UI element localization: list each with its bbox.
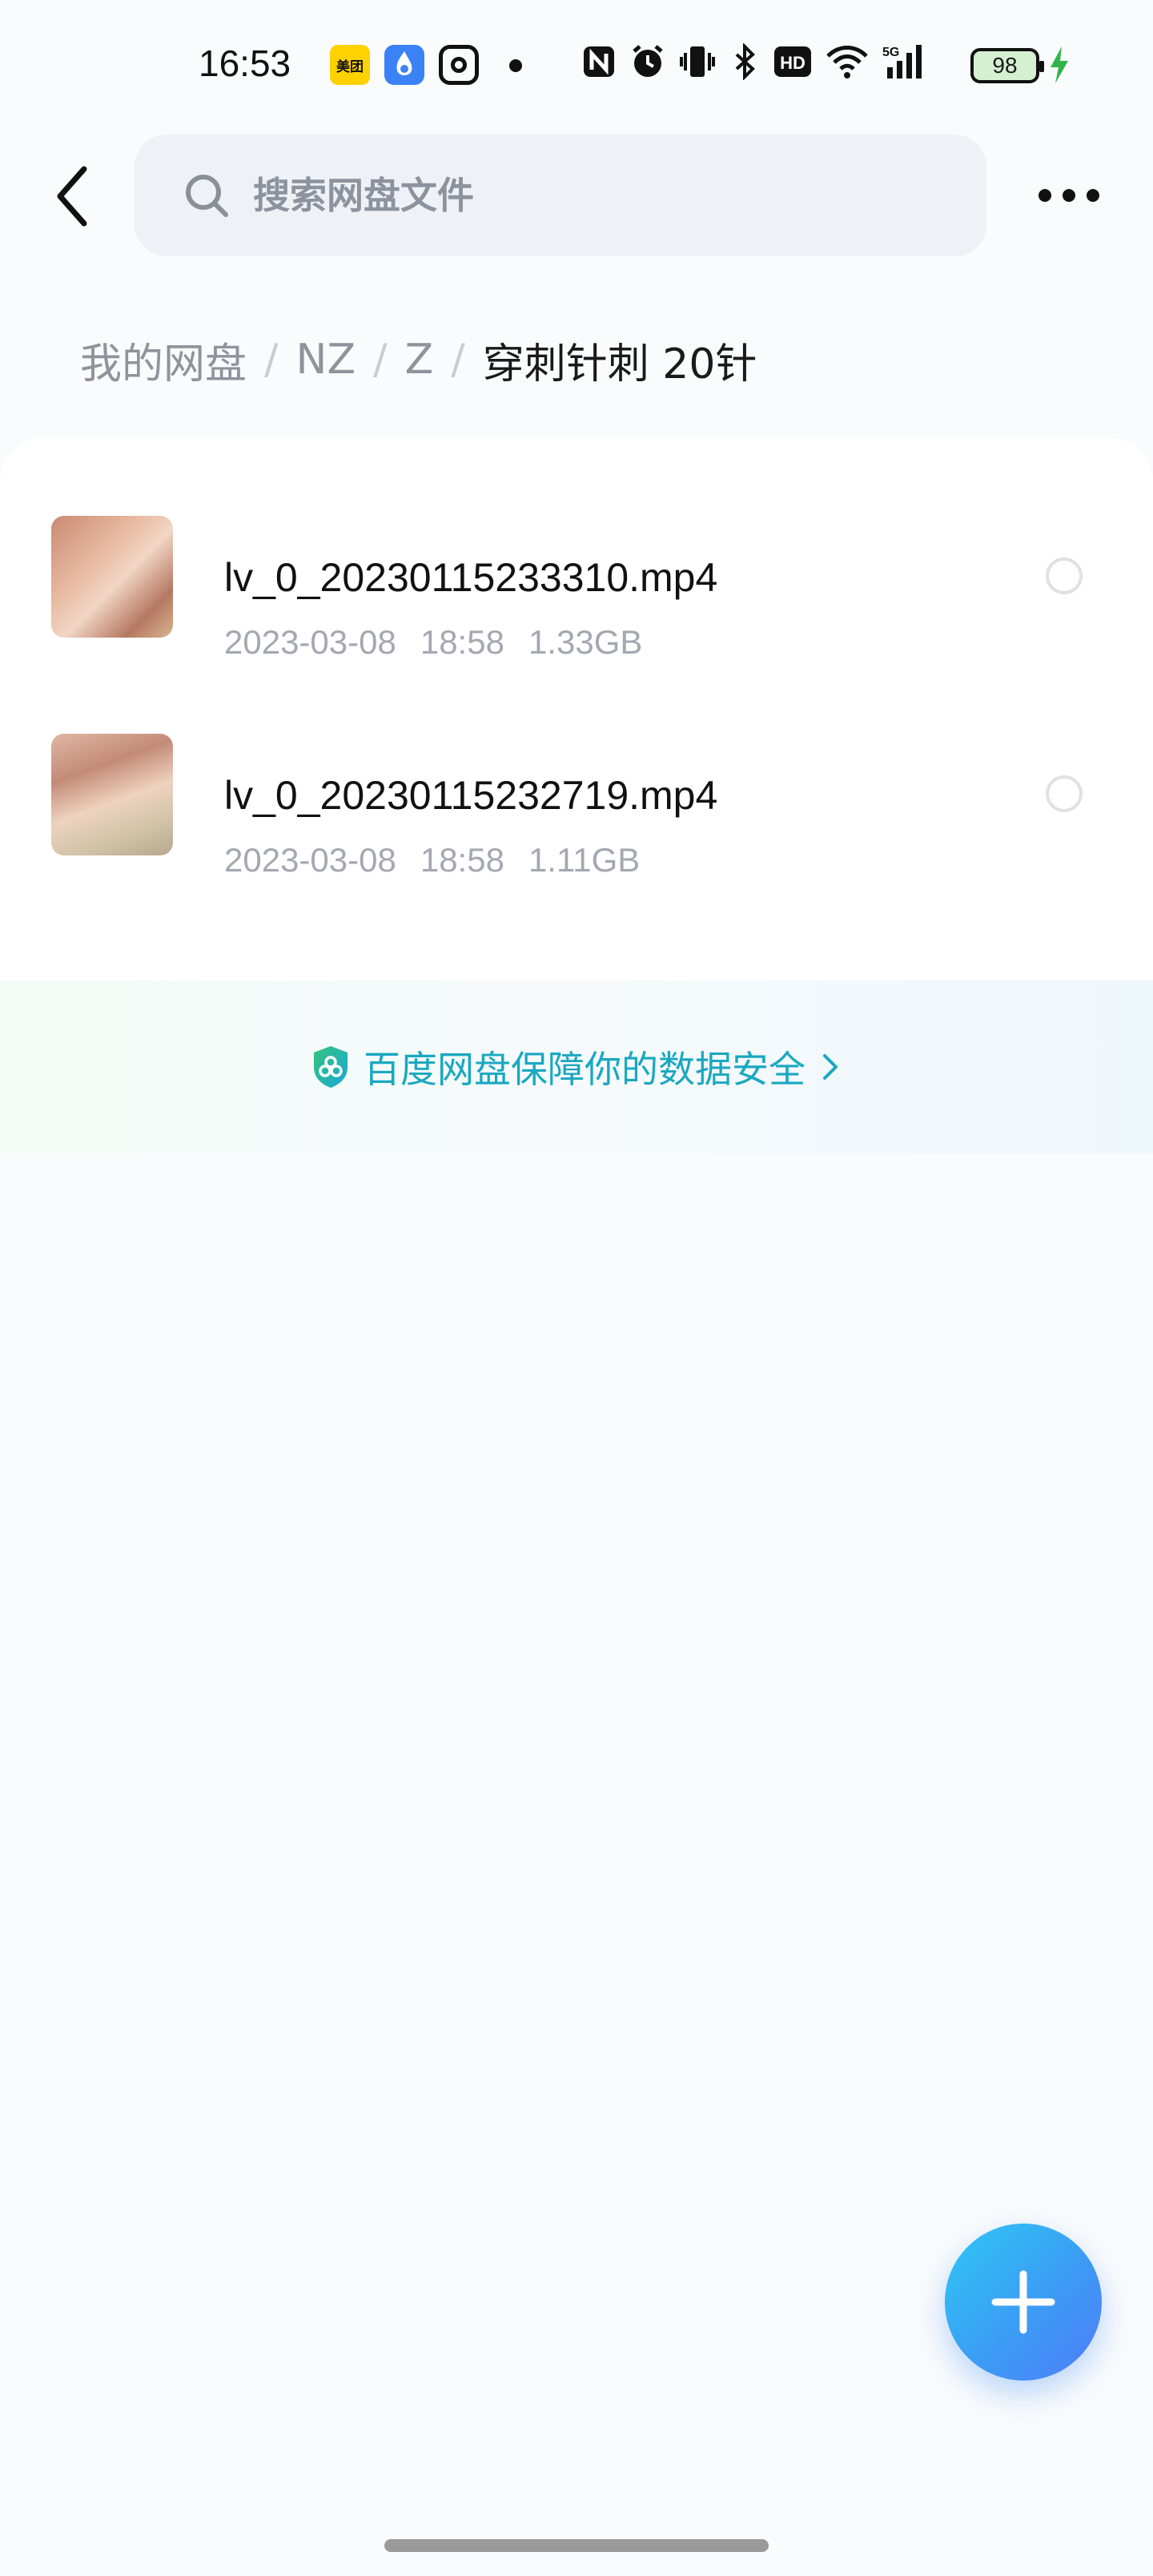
svg-text:5G: 5G: [882, 46, 899, 59]
breadcrumb-item-z[interactable]: Z: [405, 336, 434, 384]
home-indicator[interactable]: [384, 2539, 769, 2552]
file-date: 2023-03-08: [224, 623, 396, 661]
file-date: 2023-03-08: [224, 841, 396, 879]
page: 16:53 美团 HD 5G 98 搜索网盘文件 我的网盘 / NZ / Z /…: [0, 0, 1153, 2576]
breadcrumb-separator: /: [264, 336, 279, 384]
breadcrumb: 我的网盘 / NZ / Z / 穿刺针刺 20针: [80, 324, 757, 396]
alarm-icon: [629, 43, 666, 87]
add-button[interactable]: [945, 2224, 1102, 2381]
file-name: lv_0_20230115232719.mp4: [224, 773, 718, 818]
blue-app-icon: [384, 45, 424, 85]
breadcrumb-separator: /: [373, 336, 388, 384]
breadcrumb-current: 穿刺针刺 20针: [482, 340, 757, 388]
more-options-button[interactable]: [1033, 179, 1105, 211]
back-arrow-icon: [57, 166, 87, 227]
more-dot-icon: [1087, 189, 1099, 202]
file-size: 1.11GB: [528, 841, 641, 879]
file-row[interactable]: lv_0_20230115233310.mp4 2023-03-08 18:58 1…: [0, 481, 1153, 673]
file-meta: 2023-03-08 18:58 1.33GB: [224, 623, 642, 662]
hd-icon: HD: [773, 46, 812, 85]
file-meta: 2023-03-08 18:58 1.11GB: [224, 841, 640, 879]
security-banner-text: 百度网盘保障你的数据安全: [364, 1048, 805, 1091]
charging-icon: [1047, 45, 1071, 94]
security-banner[interactable]: 百度网盘保障你的数据安全: [0, 980, 1153, 1153]
chevron-right-icon: [823, 1054, 838, 1080]
battery-level: 98: [992, 53, 1018, 78]
breadcrumb-item-nz[interactable]: NZ: [296, 336, 356, 384]
wifi-icon: [825, 43, 870, 87]
signal-5g-icon: 5G: [882, 43, 930, 87]
file-name: lv_0_20230115233310.mp4: [224, 555, 718, 600]
status-bar: 16:53 美团 HD 5G 98: [0, 0, 1153, 128]
more-dot-icon: [1039, 189, 1051, 202]
battery-icon: 98: [970, 48, 1044, 83]
meituan-icon: 美团: [330, 45, 370, 85]
svg-text:HD: HD: [780, 53, 805, 73]
file-time: 18:58: [420, 623, 504, 661]
instagram-icon: [439, 45, 479, 85]
search-bar[interactable]: [135, 135, 986, 256]
breadcrumb-item-my-drive[interactable]: 我的网盘: [80, 330, 247, 390]
video-thumbnail: [51, 516, 173, 638]
nfc-icon: [581, 44, 617, 87]
status-time: 16:53: [199, 42, 291, 84]
file-row[interactable]: lv_0_20230115232719.mp4 2023-03-08 18:58 1…: [0, 698, 1153, 891]
file-size: 1.33GB: [528, 623, 643, 661]
plus-icon: [991, 2270, 1055, 2334]
system-icons: HD 5G: [581, 42, 930, 88]
more-dot-icon: [1063, 189, 1075, 202]
bluetooth-icon: [729, 42, 761, 87]
back-button[interactable]: [40, 160, 104, 232]
search-input[interactable]: [253, 167, 958, 224]
select-radio[interactable]: [1046, 775, 1083, 812]
video-thumbnail: [51, 734, 173, 855]
shield-icon: [314, 1046, 348, 1088]
notification-dot-icon: [509, 59, 522, 72]
select-radio[interactable]: [1046, 557, 1083, 594]
file-time: 18:58: [420, 841, 504, 879]
search-icon: [186, 175, 228, 217]
vibrate-icon: [679, 43, 716, 87]
breadcrumb-separator: /: [451, 336, 465, 384]
